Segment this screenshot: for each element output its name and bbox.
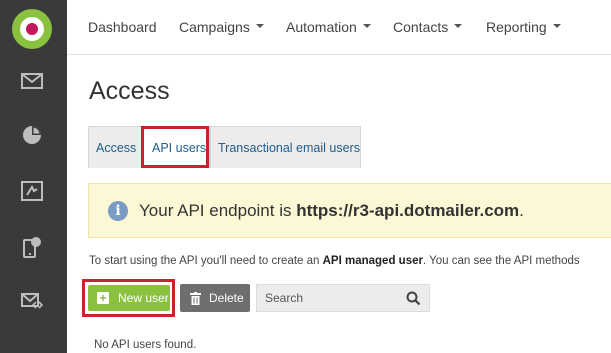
automation-icon[interactable] <box>20 180 44 202</box>
pie-chart-icon[interactable] <box>20 124 44 146</box>
mobile-icon[interactable] <box>20 236 44 258</box>
nav-label: Automation <box>286 19 357 35</box>
caret-down-icon <box>552 24 561 29</box>
plus-icon: + <box>97 292 109 304</box>
nav-label: Dashboard <box>88 19 157 35</box>
info-icon: i <box>108 201 128 221</box>
banner-prefix: Your API endpoint is <box>139 201 297 220</box>
intro-prefix: To start using the API you'll need to cr… <box>89 255 323 267</box>
envelope-icon[interactable] <box>20 70 44 92</box>
nav-label: Campaigns <box>179 19 250 35</box>
search-icon[interactable] <box>406 291 421 306</box>
dotmailer-logo[interactable] <box>12 9 52 49</box>
api-endpoint-url: https://r3-api.dotmailer.com <box>296 201 520 220</box>
tab-bar: Access API users Transactional email use… <box>88 126 361 168</box>
tab-access[interactable]: Access <box>88 126 142 168</box>
nav-label: Contacts <box>393 19 449 35</box>
nav-dashboard[interactable]: Dashboard <box>88 19 157 35</box>
nav-campaigns[interactable]: Campaigns <box>179 19 264 35</box>
delete-label: Delete <box>209 291 244 305</box>
nav-reporting[interactable]: Reporting <box>486 19 561 35</box>
api-endpoint-banner: i Your API endpoint is https://r3-api.do… <box>88 183 611 238</box>
banner-text: Your API endpoint is https://r3-api.dotm… <box>139 201 524 221</box>
trash-icon <box>190 291 201 305</box>
intro-text: To start using the API you'll need to cr… <box>89 255 580 267</box>
caret-down-icon <box>255 24 264 29</box>
empty-state-message: No API users found. <box>94 339 197 351</box>
nav-automation[interactable]: Automation <box>286 19 371 35</box>
tab-transactional-email-users[interactable]: Transactional email users <box>210 126 361 168</box>
nav-contacts[interactable]: Contacts <box>393 19 463 35</box>
delete-button[interactable]: Delete <box>180 284 250 312</box>
sidebar <box>0 0 67 353</box>
email-code-icon[interactable] <box>20 290 44 312</box>
tab-label: API users <box>152 140 207 155</box>
new-user-label: New user <box>118 291 169 305</box>
tab-label: Transactional email users <box>218 140 360 155</box>
nav-label: Reporting <box>486 19 547 35</box>
banner-suffix: . <box>519 201 524 220</box>
top-nav: Dashboard Campaigns Automation Contacts … <box>67 0 611 55</box>
tab-label: Access <box>96 140 137 155</box>
search-box <box>256 284 430 312</box>
intro-suffix: . You can see the API methods <box>422 255 580 267</box>
caret-down-icon <box>454 24 463 29</box>
new-user-button[interactable]: + New user <box>88 285 170 311</box>
intro-emphasis: API managed user <box>322 255 423 267</box>
search-input[interactable] <box>257 285 402 311</box>
tab-api-users[interactable]: API users <box>142 126 210 168</box>
logo-dot <box>26 23 38 35</box>
caret-down-icon <box>362 24 371 29</box>
page-title: Access <box>89 77 170 105</box>
